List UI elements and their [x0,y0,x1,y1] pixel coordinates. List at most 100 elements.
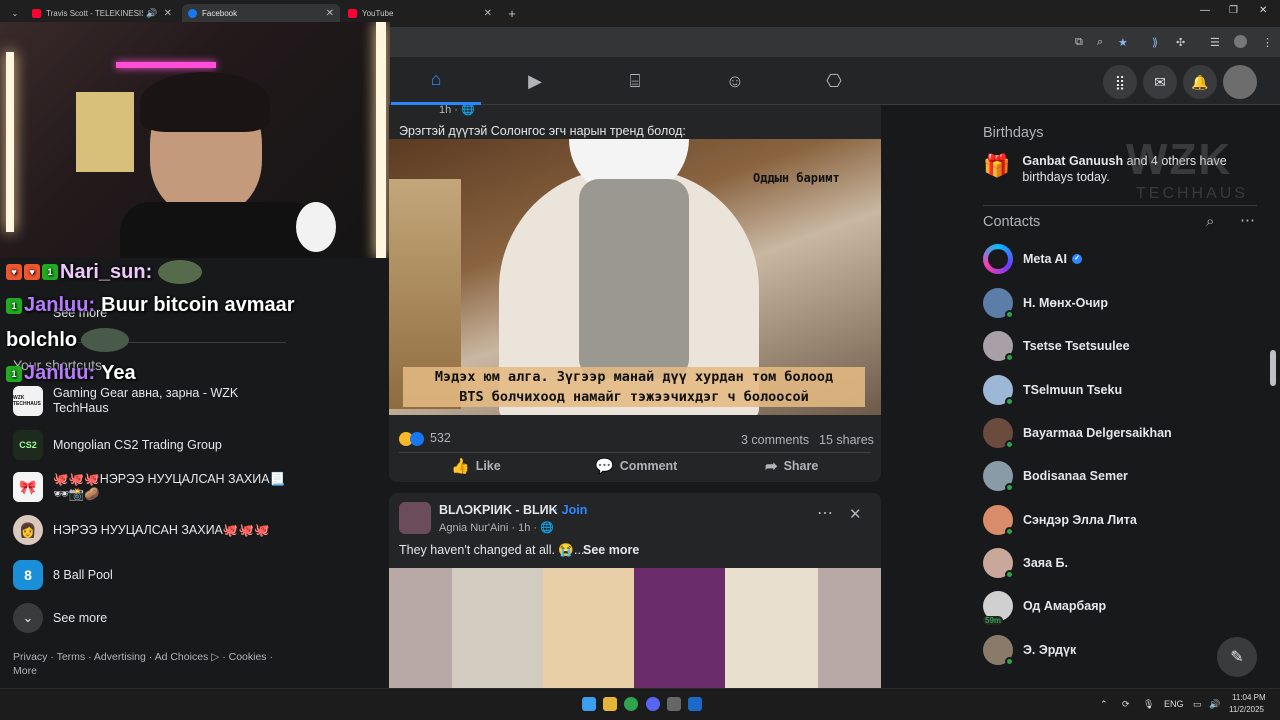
file-explorer-icon[interactable] [603,697,617,711]
close-window-button[interactable]: ✕ [1259,5,1267,16]
bookmark-star-icon[interactable]: ★ [1118,36,1128,49]
reactions[interactable]: 532 [399,431,451,446]
group-avatar[interactable] [399,502,431,534]
menu-grid-button[interactable]: ⣿ [1103,65,1137,99]
nav-groups-tab[interactable]: ☺ [690,57,780,105]
chat-text: Yea [101,362,136,384]
app-icon[interactable] [667,697,681,711]
reading-list-icon[interactable]: ☰ [1210,36,1220,49]
network-icon[interactable]: ⟳ [1122,699,1130,710]
close-tab-icon[interactable]: ✕ [484,8,492,19]
more-options-icon[interactable]: ⋯ [1240,211,1255,229]
contact-item[interactable]: Заяа Б. [983,548,1068,579]
windows-start-icon[interactable] [582,697,596,711]
shortcut-item-8-ball-pool[interactable]: 8 8 Ball Pool [13,560,288,590]
post-image[interactable]: Оддын баримт Мэдэх юм алга. Зүгээр манай… [389,139,881,415]
contact-item[interactable]: Tsetse Tsetsuulee [983,331,1130,362]
meta-ai-icon [983,244,1013,274]
contact-item[interactable]: Meta AI ✓ [983,244,1082,274]
clock-time[interactable]: 11:04 PM [1232,693,1266,702]
contact-item[interactable]: 59m Од Амарбаяр [983,591,1107,625]
nav-gaming-tab[interactable]: ⎔ [789,57,879,105]
notifications-button[interactable]: 🔔 [1183,65,1217,99]
scrollbar-thumb[interactable] [1270,350,1276,386]
nav-video-tab[interactable]: ▶ [490,57,580,105]
badge-icon: ♥ [6,264,22,280]
contact-item[interactable]: TSelmuun Tseku [983,375,1122,406]
shares-count[interactable]: 15 shares [819,433,874,447]
group-name[interactable]: BLΛƆKPIИK - BLИK [439,503,558,517]
post-card: 1h · 🌐 Эрэгтэй дүүтэй Солонгос эгч нарын… [389,105,881,482]
shortcut-label: Mongolian CS2 Trading Group [53,437,222,452]
volume-icon[interactable]: 🔊 [1209,699,1220,710]
close-post-icon[interactable]: ✕ [849,505,862,523]
profile-avatar[interactable] [1234,35,1247,48]
discord-icon[interactable] [646,697,660,711]
close-tab-icon[interactable]: ✕ [326,8,334,19]
join-link[interactable]: · Join [554,503,587,517]
kebab-menu-icon[interactable]: ⋮ [1262,36,1273,49]
shortcut-item-wzk[interactable]: WZK TECHHAUS Gaming Gear авна, зарна - W… [13,386,288,416]
nav-marketplace-tab[interactable]: ⌸ [590,57,680,105]
monitor-icon[interactable]: ▭ [1193,699,1202,710]
contact-name: Од Амарбаяр [1023,599,1107,613]
comments-count[interactable]: 3 comments [741,433,809,447]
chat-username: Janluu: [24,362,96,384]
tab-search-button[interactable]: ⌄ [6,4,24,23]
speaker-icon[interactable]: 🔊 [146,8,157,19]
account-avatar-button[interactable] [1223,65,1257,99]
language-indicator[interactable]: ENG [1164,699,1184,709]
contact-item[interactable]: Bodisanaa Semer [983,461,1128,492]
online-indicator [1005,353,1014,362]
post-image[interactable] [389,568,881,688]
steam-icon[interactable] [688,697,702,711]
contact-item[interactable]: Bayarmaa Delgersaikhan [983,418,1172,449]
see-more-shortcuts-button[interactable]: ⌄ See more [13,603,288,633]
gift-icon: 🎁 [983,153,1011,178]
minimize-button[interactable]: — [1200,5,1210,16]
new-tab-button[interactable]: + [502,4,522,23]
shortcut-item-secret-letter-1[interactable]: 🎀 🐙🐙🐙НЭРЭЭ НУУЦАЛСАН ЗАХИА📃 🕶📸🥔 [13,472,288,502]
comment-button[interactable]: 💬 Comment [595,457,677,475]
like-button[interactable]: 👍 Like [451,457,501,475]
extension-icon[interactable]: ⟫ [1152,36,1158,49]
windows-taskbar: ⌃ ⟳ 🎙 ENG ▭ 🔊 11:04 PM 11/2/2025 [0,688,1280,720]
news-feed: 1h · 🌐 Эрэгтэй дүүтэй Солонгос эгч нарын… [389,105,881,688]
nav-home-tab[interactable]: ⌂ [391,57,481,105]
tab-travis-scott[interactable]: Travis Scott - TELEKINESIS ( 🔊 ✕ [26,4,178,23]
comment-icon: 💬 [595,458,614,475]
share-button[interactable]: ➦ Share [765,457,818,475]
streamer-hair [140,72,270,132]
stream-webcam-overlay [0,22,390,258]
see-more-link[interactable]: See more [583,543,639,557]
puzzle-icon[interactable]: ✣ [1176,36,1185,49]
close-tab-icon[interactable]: ✕ [164,8,172,19]
cast-icon[interactable]: ⧉ [1075,36,1083,49]
divider [399,452,871,453]
contact-name: Э. Эрдүк [1023,643,1077,657]
online-indicator [1005,527,1014,536]
chrome-icon[interactable] [624,697,638,711]
more-options-icon[interactable]: ⋯ [817,503,833,523]
shortcut-item-secret-letter-2[interactable]: 👩 НЭРЭЭ НУУЦАЛСАН ЗАХИА🐙🐙🐙 [13,515,288,545]
shortcut-item-cs2[interactable]: CS2 Mongolian CS2 Trading Group [13,430,288,460]
contact-name: Заяа Б. [1023,556,1068,570]
messenger-button[interactable]: ✉ [1143,65,1177,99]
online-indicator [1005,310,1014,319]
post-author[interactable]: Agnia Nur'Aini · 1h · 🌐 [439,521,554,534]
maximize-button[interactable]: ❐ [1229,5,1238,16]
contact-item[interactable]: Сэндэр Элла Лита [983,505,1137,536]
contact-item[interactable]: Э. Эрдүк [983,635,1077,666]
chat-message: 1 Janluu: Buur bitcoin avmaar [6,294,295,317]
zoom-icon[interactable]: ⌕ [1097,36,1103,49]
tab-youtube[interactable]: YouTube ✕ [342,4,498,23]
contact-item[interactable]: Н. Мөнх-Очир [983,288,1108,319]
tab-facebook[interactable]: Facebook ✕ [182,4,340,23]
microphone-icon[interactable]: 🎙 [1143,699,1154,710]
clock-date[interactable]: 11/2/2025 [1229,705,1264,714]
chevron-down-icon: ⌄ [11,9,19,18]
chevron-up-icon[interactable]: ⌃ [1100,699,1108,710]
search-icon[interactable]: ⌕ [1206,213,1214,230]
footer-links[interactable]: Privacy · Terms · Advertising · Ad Choic… [13,650,293,678]
new-message-button[interactable]: ✎ [1217,637,1257,677]
